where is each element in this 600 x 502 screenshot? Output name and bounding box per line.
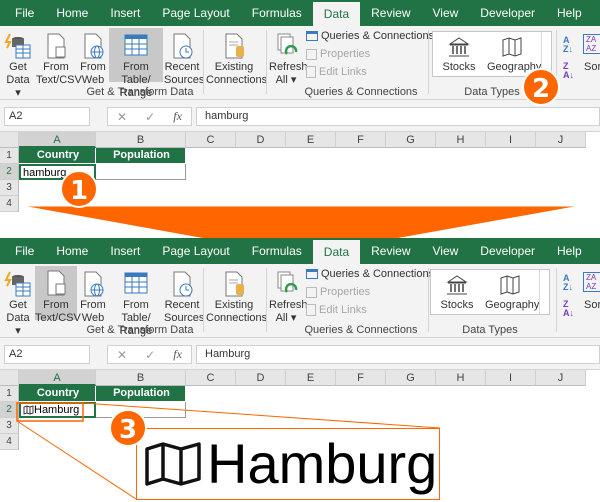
callout-source-box (16, 402, 84, 422)
map-icon (145, 442, 201, 486)
step-badge-3: 3 (109, 409, 147, 447)
step-badge-2: 2 (522, 68, 560, 106)
step-badge-1: 1 (60, 170, 98, 208)
callout-zoom-text: Hamburg (207, 432, 438, 495)
callout-zoom-box: Hamburg (136, 428, 440, 500)
callout-lines (16, 402, 441, 500)
